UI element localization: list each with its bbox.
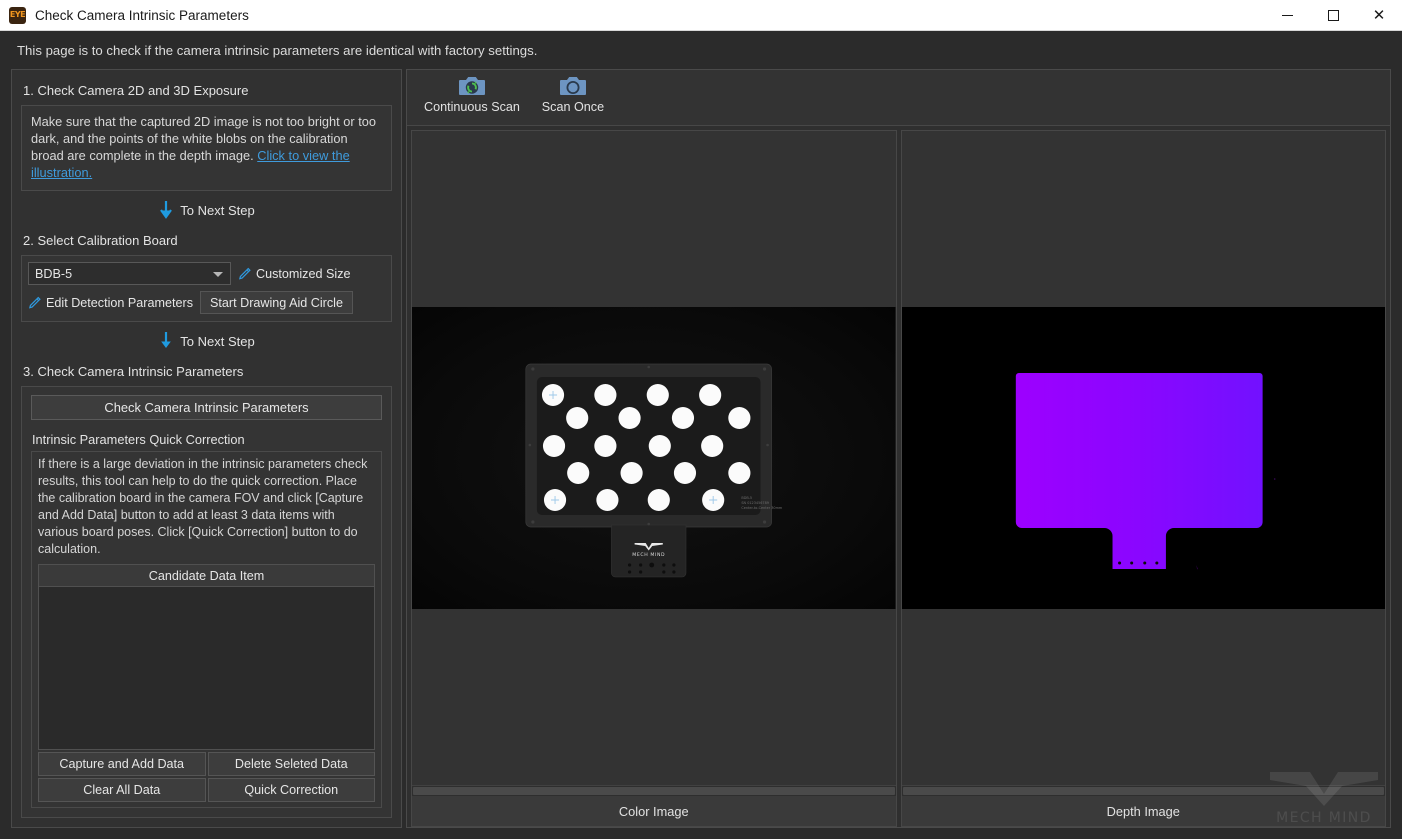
to-next-step-2-label: To Next Step	[180, 333, 255, 349]
customized-size-label: Customized Size	[256, 266, 351, 281]
svg-text:MECH MIND: MECH MIND	[632, 552, 665, 558]
depth-image-pane: Depth Image	[900, 130, 1386, 827]
svg-text:SN 0123456789: SN 0123456789	[741, 501, 769, 505]
quick-correction-description: If there is a large deviation in the int…	[38, 457, 368, 556]
step1-title: 1. Check Camera 2D and 3D Exposure	[23, 83, 249, 98]
edit-detection-parameters-button[interactable]: Edit Detection Parameters	[28, 296, 193, 310]
quick-correction-title: Intrinsic Parameters Quick Correction	[32, 432, 245, 447]
step2-row-1: BDB-5 Customized Size	[28, 262, 385, 285]
step1-description-box: Make sure that the captured 2D image is …	[21, 105, 392, 191]
depth-image-canvas[interactable]	[901, 131, 1385, 785]
minimize-button[interactable]	[1264, 0, 1310, 31]
color-image-content: BDB-5 SN 0123456789 Center-to-Center 30m…	[412, 307, 896, 609]
right-panel: Continuous Scan Scan Once BDB-5 SN 01234…	[406, 69, 1391, 828]
candidate-data-list-body[interactable]	[39, 587, 374, 749]
close-icon: ✕	[1372, 5, 1386, 24]
depth-image-content	[901, 307, 1385, 609]
to-next-step-1: To Next Step	[21, 201, 392, 219]
edit-detection-parameters-label: Edit Detection Parameters	[46, 295, 193, 310]
scan-toolbar: Continuous Scan Scan Once	[407, 70, 1390, 126]
pencil-icon	[239, 267, 251, 279]
candidate-data-list-header: Candidate Data Item	[39, 565, 374, 587]
quick-correction-button[interactable]: Quick Correction	[207, 778, 375, 802]
step3-box: Check Camera Intrinsic Parameters Intrin…	[21, 386, 392, 818]
depth-image-hscroll-thumb[interactable]	[902, 787, 1384, 795]
to-next-step-2: To Next Step	[21, 332, 392, 350]
arrow-down-icon	[160, 201, 173, 219]
image-views: BDB-5 SN 0123456789 Center-to-Center 30m…	[407, 126, 1390, 827]
step2-title: 2. Select Calibration Board	[23, 233, 178, 248]
camera-scan-once-icon	[559, 77, 586, 95]
check-camera-intrinsic-parameters-button[interactable]: Check Camera Intrinsic Parameters	[31, 395, 382, 420]
color-image-hscroll-thumb[interactable]	[413, 787, 895, 795]
title-bar: EYE Check Camera Intrinsic Parameters ✕	[0, 0, 1402, 31]
step2-box: BDB-5 Customized Size Edit Detection Par…	[21, 255, 392, 322]
left-panel: 1. Check Camera 2D and 3D Exposure Make …	[11, 69, 402, 828]
chevron-down-icon	[213, 271, 223, 277]
continuous-scan-button[interactable]: Continuous Scan	[414, 74, 530, 114]
maximize-icon	[1327, 9, 1339, 21]
arrow-down-icon	[161, 332, 172, 348]
step3-title: 3. Check Camera Intrinsic Parameters	[23, 364, 244, 379]
main-body: 1. Check Camera 2D and 3D Exposure Make …	[0, 69, 1402, 839]
customized-size-button[interactable]: Customized Size	[238, 267, 351, 281]
continuous-scan-label: Continuous Scan	[424, 100, 520, 114]
window-title: Check Camera Intrinsic Parameters	[35, 7, 249, 23]
camera-continuous-scan-icon	[458, 77, 485, 95]
clear-all-data-button[interactable]: Clear All Data	[38, 778, 206, 802]
calibration-board-photo: BDB-5 SN 0123456789 Center-to-Center 30m…	[412, 307, 896, 609]
depth-image-label: Depth Image	[901, 796, 1385, 826]
quick-correction-box: If there is a large deviation in the int…	[31, 451, 382, 808]
svg-text:Center-to-Center 30mm: Center-to-Center 30mm	[741, 506, 783, 510]
capture-and-add-data-button[interactable]: Capture and Add Data	[38, 752, 206, 776]
maximize-button[interactable]	[1310, 0, 1356, 31]
scan-once-button[interactable]: Scan Once	[530, 74, 616, 114]
calibration-board-value: BDB-5	[35, 266, 73, 281]
app-icon: EYE	[9, 6, 26, 24]
color-image-pane: BDB-5 SN 0123456789 Center-to-Center 30m…	[411, 130, 897, 827]
color-image-canvas[interactable]: BDB-5 SN 0123456789 Center-to-Center 30m…	[412, 131, 896, 785]
depth-image-hscrollbar[interactable]	[901, 785, 1385, 796]
scan-once-label: Scan Once	[541, 100, 605, 114]
candidate-data-list[interactable]: Candidate Data Item	[38, 564, 375, 750]
calibration-board-select[interactable]: BDB-5	[28, 262, 231, 285]
window-controls: ✕	[1264, 0, 1402, 31]
step1-description: Make sure that the captured 2D image is …	[31, 113, 382, 181]
page-hint: This page is to check if the camera intr…	[0, 31, 1402, 69]
delete-selected-data-button[interactable]: Delete Seleted Data	[207, 752, 375, 776]
color-image-hscrollbar[interactable]	[412, 785, 896, 796]
close-button[interactable]: ✕	[1356, 0, 1402, 31]
to-next-step-1-label: To Next Step	[180, 202, 255, 218]
minimize-icon	[1281, 14, 1293, 16]
pencil-icon	[29, 296, 41, 308]
start-drawing-aid-circle-button[interactable]: Start Drawing Aid Circle	[200, 291, 353, 314]
color-image-label: Color Image	[412, 796, 896, 826]
depth-map-image	[901, 307, 1385, 609]
step2-row-2: Edit Detection Parameters Start Drawing …	[28, 291, 385, 314]
svg-text:BDB-5: BDB-5	[741, 496, 752, 500]
quick-correction-buttons: Capture and Add Data Delete Seleted Data…	[38, 752, 375, 802]
